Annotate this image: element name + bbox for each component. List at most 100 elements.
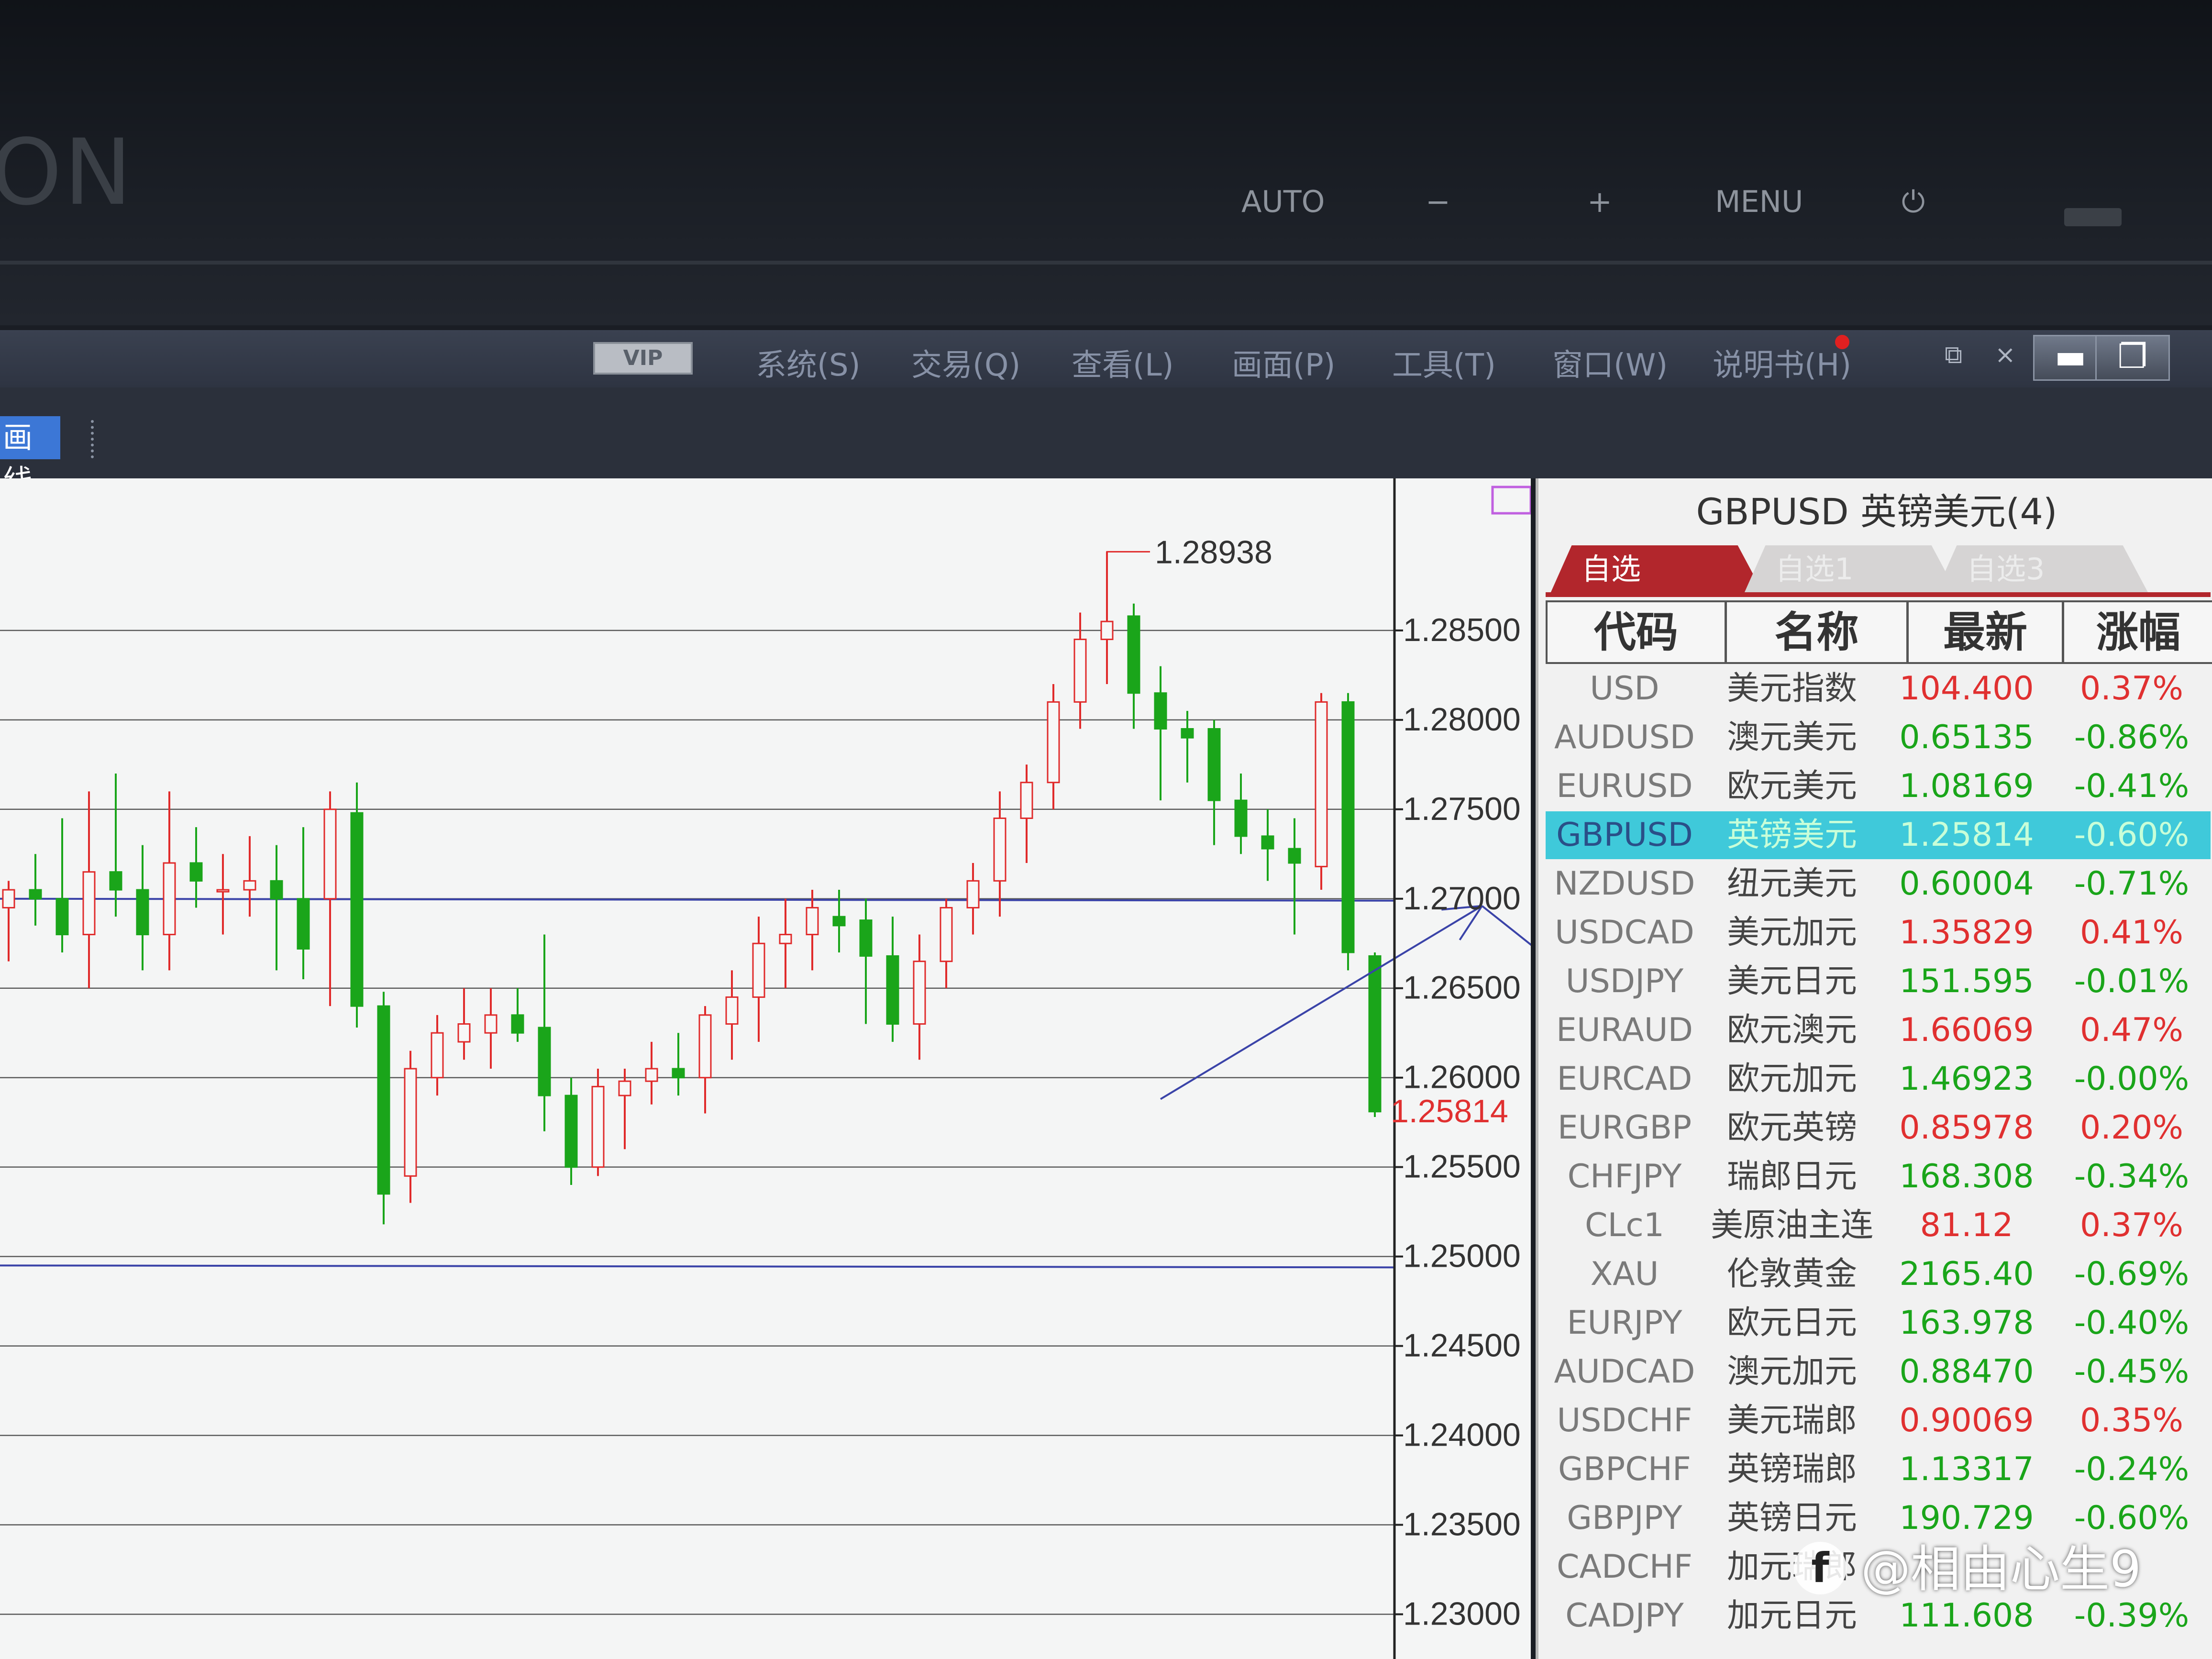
candlestick-chart[interactable]: 1.28938 1.28500 1.28000 1.27500 1.27000 1.26… bbox=[0, 478, 1531, 1659]
chart-corner-button[interactable] bbox=[1491, 486, 1531, 515]
candle-body[interactable] bbox=[1100, 620, 1114, 641]
monitor-auto-button[interactable]: AUTO bbox=[1241, 184, 1325, 219]
candle-body[interactable] bbox=[1368, 955, 1382, 1113]
candle-body[interactable] bbox=[55, 898, 69, 936]
watchlist-row[interactable]: USDCAD 美元加元 1.35829 0.41% bbox=[1546, 909, 2211, 957]
horizontal-level-line[interactable] bbox=[0, 1264, 1395, 1269]
candle-body[interactable] bbox=[243, 880, 256, 891]
candle-body[interactable] bbox=[832, 916, 846, 927]
candle-body[interactable] bbox=[404, 1068, 417, 1177]
candle-body[interactable] bbox=[1234, 799, 1248, 837]
candle-body[interactable] bbox=[698, 1014, 712, 1079]
candle-body[interactable] bbox=[1181, 728, 1194, 739]
watchlist-row[interactable]: GBPJPY 英镑日元 190.729 -0.60% bbox=[1546, 1494, 2211, 1542]
row-name: 美元加元 bbox=[1726, 914, 1857, 951]
header-last[interactable]: 最新 bbox=[1909, 602, 2064, 662]
candle-body[interactable] bbox=[189, 862, 203, 882]
candle-body[interactable] bbox=[1127, 615, 1140, 694]
watchlist-row[interactable]: USD 美元指数 104.400 0.37% bbox=[1546, 665, 2211, 713]
monitor-minus-button[interactable]: − bbox=[1426, 184, 1450, 219]
tab-favorites-1[interactable]: 自选1 bbox=[1744, 545, 1957, 593]
candle-body[interactable] bbox=[779, 934, 792, 944]
candle-body[interactable] bbox=[270, 880, 283, 900]
candle-body[interactable] bbox=[163, 862, 176, 936]
menu-screen[interactable]: 画面(P) bbox=[1232, 341, 1336, 385]
candle-body[interactable] bbox=[109, 871, 122, 891]
candle-body[interactable] bbox=[484, 1014, 498, 1034]
menu-tools[interactable]: 工具(T) bbox=[1392, 341, 1496, 385]
watchlist-row[interactable]: AUDUSD 澳元美元 0.65135 -0.86% bbox=[1546, 714, 2211, 762]
candle-body[interactable] bbox=[1073, 639, 1087, 703]
candle-body[interactable] bbox=[297, 898, 310, 950]
candle-body[interactable] bbox=[431, 1032, 444, 1079]
watchlist-row[interactable]: EURJPY 欧元日元 163.978 -0.40% bbox=[1546, 1299, 2211, 1347]
candle-body[interactable] bbox=[645, 1068, 658, 1082]
candle-body[interactable] bbox=[618, 1080, 631, 1096]
candle-body[interactable] bbox=[966, 880, 980, 908]
candle-body[interactable] bbox=[29, 889, 42, 900]
candle-body[interactable] bbox=[1261, 835, 1274, 850]
candle-body[interactable] bbox=[886, 955, 899, 1025]
candle-body[interactable] bbox=[1047, 701, 1060, 784]
menu-system[interactable]: 系统(S) bbox=[756, 341, 861, 385]
candle-body[interactable] bbox=[538, 1027, 551, 1096]
candle-body[interactable] bbox=[591, 1085, 605, 1168]
watchlist-row[interactable]: AUDCAD 澳元加元 0.88470 -0.45% bbox=[1546, 1348, 2211, 1396]
watchlist-row[interactable]: NZDUSD 纽元美元 0.60004 -0.71% bbox=[1546, 860, 2211, 908]
candle-body[interactable] bbox=[1020, 782, 1033, 819]
candle-body[interactable] bbox=[511, 1014, 524, 1034]
candle-body[interactable] bbox=[564, 1095, 578, 1168]
candle-body[interactable] bbox=[725, 996, 739, 1025]
menu-window[interactable]: 窗口(W) bbox=[1552, 341, 1668, 385]
maximize-button[interactable]: ❐ bbox=[2095, 335, 2170, 381]
candle-body[interactable] bbox=[859, 919, 873, 957]
watchlist-row[interactable]: GBPCHF 英镑瑞郎 1.13317 -0.24% bbox=[1546, 1446, 2211, 1493]
candle-body[interactable] bbox=[323, 808, 337, 900]
candle-body[interactable] bbox=[913, 961, 926, 1025]
vip-badge[interactable]: VIP bbox=[593, 342, 693, 375]
watchlist-row[interactable]: CHFJPY 瑞郎日元 168.308 -0.34% bbox=[1546, 1153, 2211, 1201]
candle-body[interactable] bbox=[82, 871, 96, 936]
candle-body[interactable] bbox=[1315, 701, 1328, 867]
watchlist-row[interactable]: XAU 伦敦黄金 2165.40 -0.69% bbox=[1546, 1250, 2211, 1298]
watchlist-row[interactable]: EURGBP 欧元英镑 0.85978 0.20% bbox=[1546, 1104, 2211, 1152]
candle-body[interactable] bbox=[2, 889, 15, 908]
watchlist-row[interactable]: CLc1 美原油主连 81.12 0.37% bbox=[1546, 1202, 2211, 1250]
monitor-power-icon[interactable]: ⏻ bbox=[1902, 184, 1925, 220]
watchlist-row[interactable]: GBPUSD 英镑美元 1.25814 -0.60% bbox=[1546, 811, 2211, 859]
menu-trade[interactable]: 交易(Q) bbox=[911, 341, 1020, 385]
candle-body[interactable] bbox=[377, 1005, 390, 1195]
header-name[interactable]: 名称 bbox=[1727, 602, 1909, 662]
candle-body[interactable] bbox=[1207, 728, 1221, 801]
watchlist-row[interactable]: USDJPY 美元日元 151.595 -0.01% bbox=[1546, 958, 2211, 1006]
watchlist-row[interactable]: USDCHF 美元瑞郎 0.90069 0.35% bbox=[1546, 1397, 2211, 1445]
mdi-close-icon[interactable]: × bbox=[1995, 341, 2016, 369]
watchlist-row[interactable]: EURCAD 欧元加元 1.46923 -0.00% bbox=[1546, 1055, 2211, 1103]
candle-body[interactable] bbox=[940, 907, 953, 962]
candle-body[interactable] bbox=[993, 817, 1006, 882]
candle-body[interactable] bbox=[457, 1023, 471, 1043]
candle-body[interactable] bbox=[1154, 692, 1167, 730]
header-change[interactable]: 涨幅 bbox=[2064, 602, 2212, 662]
candle-body[interactable] bbox=[216, 889, 230, 893]
header-code[interactable]: 代码 bbox=[1548, 602, 1727, 662]
candle-body[interactable] bbox=[1288, 848, 1301, 864]
candle-body[interactable] bbox=[806, 907, 819, 936]
monitor-menu-button[interactable]: MENU bbox=[1715, 184, 1803, 219]
chart-area[interactable]: 1.28938 1.28500 1.28000 1.27500 1.27000 1.26… bbox=[0, 478, 1531, 1659]
tab-favorites[interactable]: 自选 bbox=[1550, 545, 1763, 593]
candle-body[interactable] bbox=[136, 889, 149, 936]
watchlist-row[interactable]: EURAUD 欧元澳元 1.66069 0.47% bbox=[1546, 1006, 2211, 1054]
tab-favorites-3[interactable]: 自选3 bbox=[1936, 545, 2148, 593]
draw-line-button[interactable]: 画线 bbox=[0, 416, 60, 498]
menu-help[interactable]: 说明书(H) bbox=[1713, 341, 1851, 385]
toolbar-grip[interactable] bbox=[91, 420, 98, 458]
candle-body[interactable] bbox=[672, 1068, 685, 1079]
watchlist-row[interactable]: EURUSD 欧元美元 1.08169 -0.41% bbox=[1546, 763, 2211, 810]
menu-view[interactable]: 查看(L) bbox=[1072, 341, 1174, 385]
mdi-restore-icon[interactable]: ⧉ bbox=[1945, 341, 1962, 370]
candle-body[interactable] bbox=[350, 812, 364, 1007]
monitor-plus-button[interactable]: + bbox=[1587, 184, 1612, 219]
candle-body[interactable] bbox=[752, 942, 765, 998]
candle-body[interactable] bbox=[1341, 701, 1355, 953]
